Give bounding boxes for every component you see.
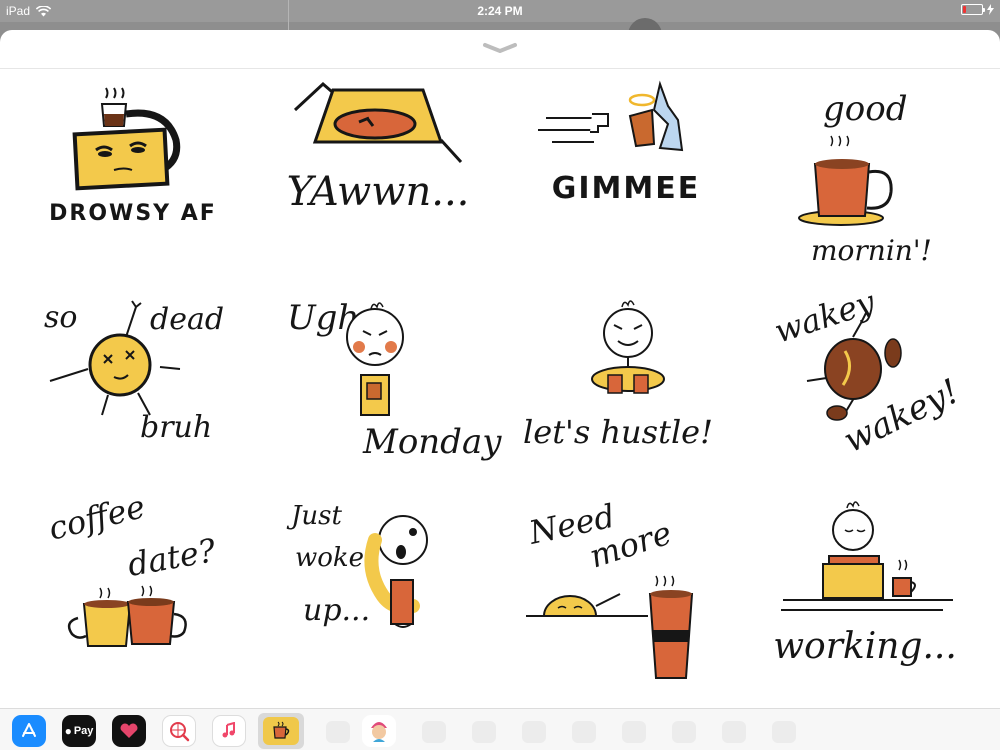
sticker-ugh-monday[interactable]: Ugh Monday xyxy=(255,280,502,485)
avatar-face-icon xyxy=(371,722,387,742)
sticker-drowsy-af[interactable]: DROWSY AF xyxy=(10,75,255,280)
monday-text: Monday xyxy=(362,422,502,462)
date-text: date? xyxy=(124,531,219,584)
mornin-text: mornin'! xyxy=(811,234,932,267)
gimmee-art: GIMMEE xyxy=(537,80,699,206)
lets-hustle-art: let's hustle! xyxy=(523,300,713,451)
faded-app-8[interactable] xyxy=(722,721,746,743)
battery-icon xyxy=(961,4,985,15)
faded-app-4[interactable] xyxy=(522,721,546,743)
sticker-just-woke-up[interactable]: Just woke up... xyxy=(255,485,500,690)
sticker-wakey-wakey[interactable]: wakey wakey! xyxy=(745,280,990,485)
faded-app-1[interactable] xyxy=(326,721,350,743)
app-store-icon xyxy=(22,723,36,737)
coffee-stickers-button[interactable] xyxy=(258,713,304,749)
good-text: good xyxy=(823,89,907,129)
working-art: working... xyxy=(773,501,957,667)
yawwn-text: YAwwn... xyxy=(286,169,469,215)
up-text: up... xyxy=(303,593,370,628)
sticker-sheet: DROWSY AF YAwwn... GIMMEE good mornin'! … xyxy=(0,30,1000,750)
sticker-lets-hustle[interactable]: let's hustle! xyxy=(500,280,745,485)
faded-app-2[interactable] xyxy=(422,721,446,743)
coffee-stickers-tile xyxy=(263,717,299,745)
coffee-date-art: coffee date? xyxy=(44,487,219,647)
digital-touch-button[interactable] xyxy=(112,715,146,747)
apple-pay-label: Pay xyxy=(73,725,94,737)
coffee-cup-icon xyxy=(273,721,290,739)
bruh-text: bruh xyxy=(140,410,212,445)
faded-app-5[interactable] xyxy=(572,721,596,743)
sheet-separator xyxy=(0,68,1000,69)
apple-pay-button[interactable]: ● Pay xyxy=(62,715,96,747)
sticker-coffee-date[interactable]: coffee date? xyxy=(10,485,255,690)
working-text: working... xyxy=(773,626,957,667)
yawwn-art: YAwwn... xyxy=(286,81,469,215)
faded-app-7[interactable] xyxy=(672,721,696,743)
music-button[interactable] xyxy=(212,715,246,747)
sticker-need-more[interactable]: Need more xyxy=(500,485,745,690)
sticker-gimmee[interactable]: GIMMEE xyxy=(500,75,745,280)
so-dead-bruh-art: so dead bruh xyxy=(44,300,224,445)
good-mornin-art: good mornin'! xyxy=(797,89,932,267)
wakey-wakey-art: wakey wakey! xyxy=(769,282,965,461)
charging-bolt-icon xyxy=(987,4,994,15)
dead-text: dead xyxy=(150,302,224,337)
ugh-monday-art: Ugh Monday xyxy=(287,298,502,462)
faded-app-9[interactable] xyxy=(772,721,796,743)
avatar-stickers-button[interactable] xyxy=(362,715,396,747)
status-right xyxy=(961,4,994,15)
app-store-button[interactable] xyxy=(12,715,46,747)
faded-app-6[interactable] xyxy=(622,721,646,743)
search-images-button[interactable] xyxy=(162,715,196,747)
sticker-good-mornin[interactable]: good mornin'! xyxy=(745,75,990,280)
status-time: 2:24 PM xyxy=(477,4,523,18)
coffee-text: coffee xyxy=(44,487,148,548)
heart-icon xyxy=(120,723,138,738)
gimmee-text: GIMMEE xyxy=(551,171,699,206)
sticker-yawwn[interactable]: YAwwn... xyxy=(255,75,500,280)
sticker-working[interactable]: working... xyxy=(745,485,990,690)
status-bar: iPad 2:24 PM xyxy=(0,0,1000,22)
app-drawer: ● Pay xyxy=(0,708,1000,750)
just-woke-up-art: Just woke up... xyxy=(286,501,428,628)
search-globe-icon xyxy=(170,722,190,742)
need-more-art: Need more xyxy=(524,497,693,679)
so-text: so xyxy=(44,300,77,335)
drowsy-af-art: DROWSY AF xyxy=(49,87,217,226)
apple-logo-icon: ● xyxy=(64,724,72,738)
background-divider xyxy=(288,0,289,30)
lets-hustle-text: let's hustle! xyxy=(523,413,713,451)
music-note-icon xyxy=(222,722,235,738)
faded-app-3[interactable] xyxy=(472,721,496,743)
collapse-chevron-icon[interactable] xyxy=(482,42,518,54)
drowsy-af-text: DROWSY AF xyxy=(49,201,217,226)
woke-text: woke xyxy=(295,543,364,573)
sticker-grid: DROWSY AF YAwwn... GIMMEE good mornin'! … xyxy=(10,75,990,695)
sticker-so-dead-bruh[interactable]: so dead bruh xyxy=(10,280,255,485)
just-text: Just xyxy=(286,501,343,531)
